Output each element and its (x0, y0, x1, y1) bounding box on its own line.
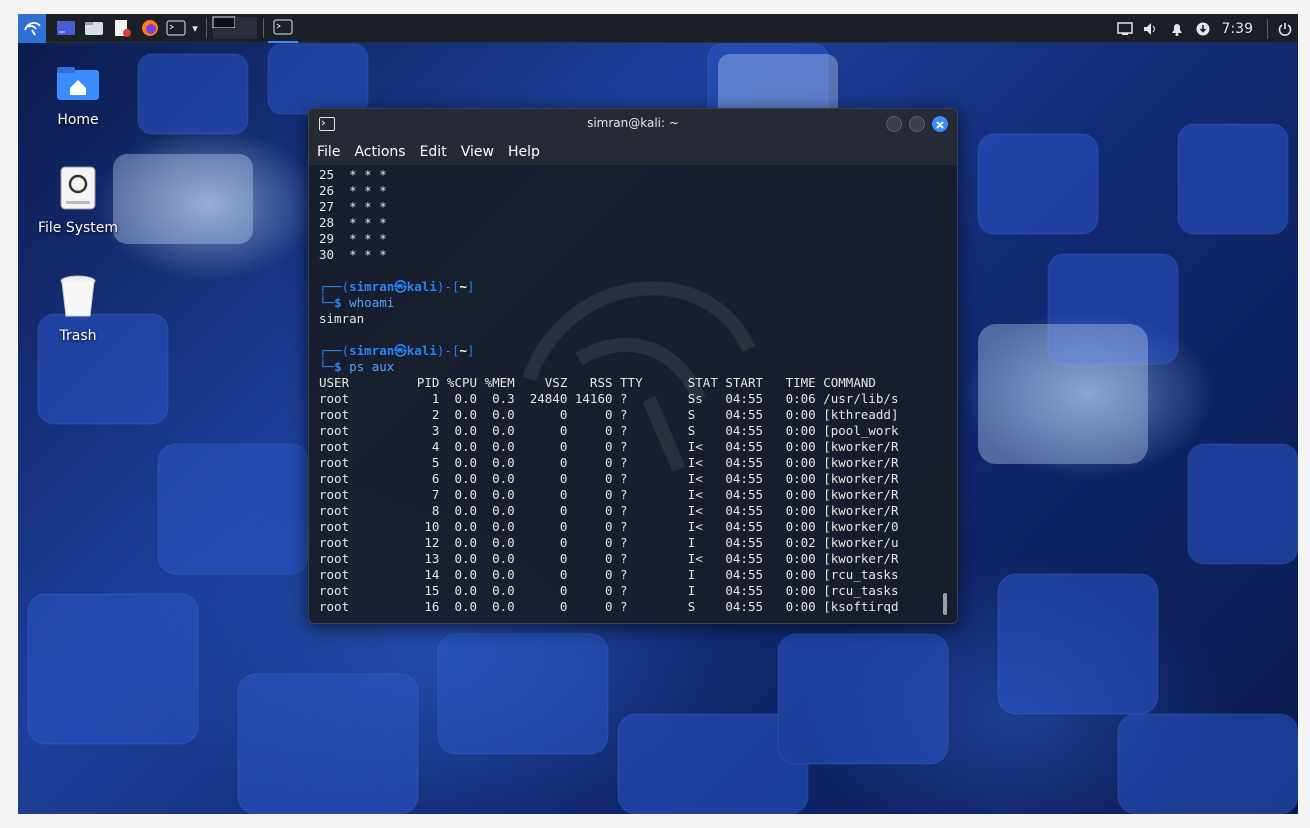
desktop-icon-trash[interactable]: Trash (18, 274, 138, 344)
kali-menu-button[interactable] (18, 14, 46, 43)
terminal-icon (273, 19, 293, 35)
menu-bar: File Actions Edit View Help (309, 139, 957, 165)
panel-separator (206, 18, 207, 38)
command-text: ps aux (349, 359, 395, 374)
output-line: 29 * * * (319, 231, 387, 246)
close-button[interactable] (932, 116, 948, 132)
scrollbar[interactable] (943, 593, 947, 615)
desktop-icon-label: Trash (59, 328, 97, 344)
desktop-icon-label: File System (37, 220, 119, 236)
updates-icon[interactable] (1190, 14, 1216, 43)
terminal-output[interactable]: 25 * * * 26 * * * 27 * * * 28 * * * 29 *… (319, 167, 939, 623)
file-manager-launcher[interactable] (80, 14, 108, 43)
ps-row: root 10 0.0 0.0 0 0 ? I< 04:55 0:00 [kwo… (319, 519, 899, 534)
notifications-icon[interactable] (1164, 14, 1190, 43)
prompt-header: ┌──(simran㉿kali)-[~] (319, 343, 475, 358)
menu-view[interactable]: View (461, 144, 494, 160)
output-line: 25 * * * (319, 167, 387, 182)
prompt-dir: ~ (459, 343, 467, 358)
volume-icon[interactable] (1138, 14, 1164, 43)
workspace-switcher[interactable] (211, 14, 259, 43)
system-tray: 7:39 (1112, 14, 1298, 43)
chevron-down-icon[interactable]: ▾ (188, 14, 202, 43)
output-line: 28 * * * (319, 215, 387, 230)
menu-file[interactable]: File (317, 144, 340, 160)
terminal-icon (166, 20, 186, 36)
output-line: 27 * * * (319, 199, 387, 214)
menu-help[interactable]: Help (508, 144, 540, 160)
desktop-icon-label: Home (57, 112, 99, 128)
network-icon[interactable] (1112, 14, 1138, 43)
ps-row: root 6 0.0 0.0 0 0 ? I< 04:55 0:00 [kwor… (319, 471, 899, 486)
prompt-command-line: └─$ whoami (319, 295, 395, 310)
desktop: ▾ 7:39 Home File System Trash simran@kal… (18, 14, 1298, 814)
output-line: simran (319, 311, 365, 326)
trash-icon (60, 275, 96, 317)
desktop-icon-home[interactable]: Home (18, 64, 138, 128)
ps-row: root 14 0.0 0.0 0 0 ? I 04:55 0:00 [rcu_… (319, 567, 899, 582)
kali-dragon-icon (24, 22, 41, 36)
desktop-icon (57, 21, 75, 35)
firefox-launcher[interactable] (136, 14, 164, 43)
panel-separator (1267, 18, 1268, 39)
ps-row: root 16 0.0 0.0 0 0 ? S 04:55 0:00 [ksof… (319, 599, 899, 614)
ps-row: root 15 0.0 0.0 0 0 ? I 04:55 0:00 [rcu_… (319, 583, 899, 598)
show-desktop-button[interactable] (52, 14, 80, 43)
ps-row: root 2 0.0 0.0 0 0 ? S 04:55 0:00 [kthre… (319, 407, 899, 422)
terminal-window[interactable]: simran@kali: ~ File Actions Edit View He… (308, 108, 958, 624)
workspace-grid-icon (212, 16, 257, 39)
menu-edit[interactable]: Edit (420, 144, 447, 160)
prompt-command-line: └─$ ps aux (319, 359, 395, 374)
top-panel: ▾ 7:39 (18, 14, 1298, 43)
maximize-button[interactable] (909, 116, 925, 132)
window-title: simran@kali: ~ (587, 116, 679, 130)
prompt-host: kali (406, 343, 437, 358)
prompt-header: ┌──(simran㉿kali)-[~] (319, 279, 475, 294)
text-editor-icon (115, 20, 131, 37)
ps-row: root 13 0.0 0.0 0 0 ? I< 04:55 0:00 [kwo… (319, 551, 899, 566)
ps-row: root 4 0.0 0.0 0 0 ? I< 04:55 0:00 [kwor… (319, 439, 899, 454)
taskbar-terminal-window[interactable] (268, 14, 298, 43)
panel-separator (263, 18, 264, 38)
folder-icon (85, 22, 103, 35)
prompt-user: simran (349, 343, 395, 358)
ps-row: root 7 0.0 0.0 0 0 ? I< 04:55 0:00 [kwor… (319, 487, 899, 502)
firefox-icon (142, 20, 158, 36)
prompt-dir: ~ (459, 279, 467, 294)
menu-actions[interactable]: Actions (354, 144, 405, 160)
desktop-icon-file-system[interactable]: File System (18, 164, 138, 236)
terminal-launcher[interactable] (164, 14, 188, 43)
ps-row: root 1 0.0 0.3 24840 14160 ? Ss 04:55 0:… (319, 391, 899, 406)
ps-row: root 12 0.0 0.0 0 0 ? I 04:55 0:02 [kwor… (319, 535, 899, 550)
output-line: 30 * * * (319, 247, 387, 262)
clock[interactable]: 7:39 (1222, 21, 1253, 37)
prompt-user: simran (349, 279, 395, 294)
drive-icon (60, 166, 96, 210)
ps-header: USER PID %CPU %MEM VSZ RSS TTY STAT STAR… (319, 375, 876, 390)
close-icon (936, 121, 944, 129)
home-folder-icon (57, 67, 99, 100)
command-text: whoami (349, 295, 395, 310)
minimize-button[interactable] (886, 116, 902, 132)
ps-row: root 3 0.0 0.0 0 0 ? S 04:55 0:00 [pool_… (319, 423, 899, 438)
power-icon[interactable] (1272, 14, 1298, 43)
title-bar[interactable]: simran@kali: ~ (309, 109, 957, 139)
text-editor-launcher[interactable] (108, 14, 136, 43)
output-line: 26 * * * (319, 183, 387, 198)
prompt-host: kali (406, 279, 437, 294)
ps-row: root 8 0.0 0.0 0 0 ? I< 04:55 0:00 [kwor… (319, 503, 899, 518)
ps-row: root 5 0.0 0.0 0 0 ? I< 04:55 0:00 [kwor… (319, 455, 899, 470)
